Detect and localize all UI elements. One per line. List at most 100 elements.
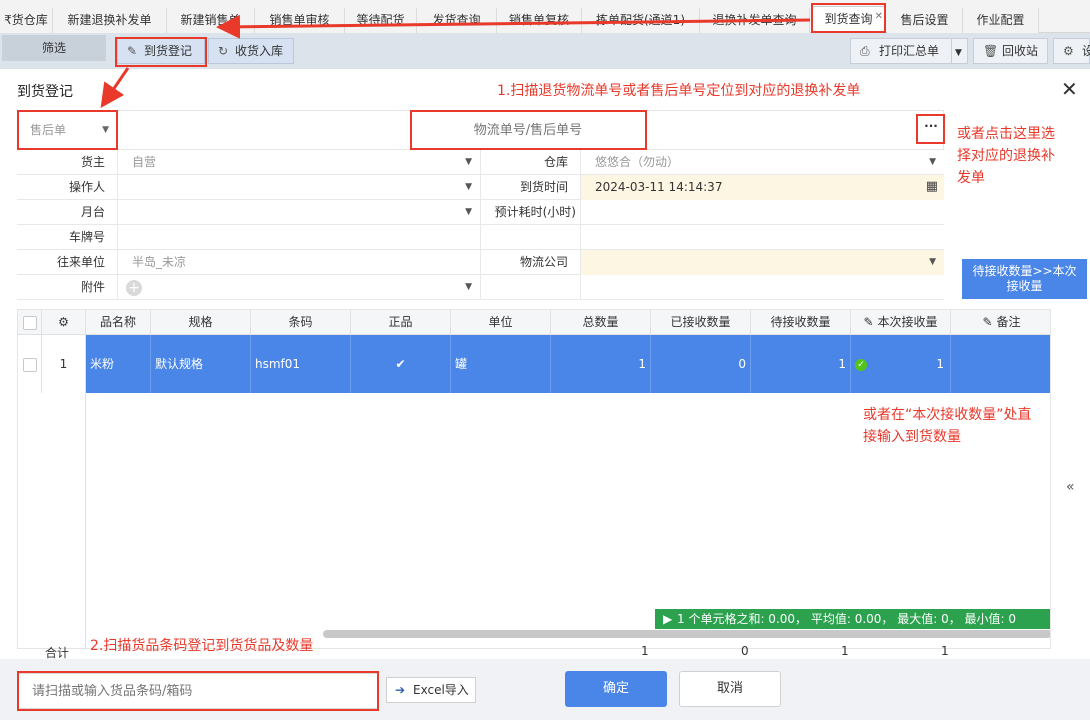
form-row: 车牌号 (17, 225, 944, 250)
printer-icon: ⎙ (860, 44, 870, 58)
column-settings[interactable]: ⚙ (42, 310, 86, 335)
gear-icon: ⚙ (58, 315, 69, 329)
more-options-button[interactable]: ··· (918, 116, 944, 142)
confirm-button[interactable]: 确定 (565, 671, 667, 707)
close-icon[interactable]: ✕ (1061, 77, 1078, 101)
cell-stats-bar: ▶ 1 个单元格之和: 0.00， 平均值: 0.00， 最大值: 0， 最小值… (655, 609, 1050, 629)
operator-label: 操作人 (17, 175, 118, 200)
partner-field[interactable]: 半岛_未凉 (118, 250, 481, 275)
cell-received: 0 (651, 335, 751, 393)
warehouse-select[interactable]: 悠悠合（勿动） ▼ (581, 150, 944, 175)
cell-pending: 1 (751, 335, 851, 393)
platform-select[interactable]: ▼ (118, 200, 481, 225)
dialog-title: 到货登记 (17, 84, 73, 100)
tab-sales-review[interactable]: 销售单审核 (255, 8, 345, 33)
tab-new-sales-order[interactable]: 新建销售单 (167, 8, 255, 33)
caret-down-icon: ▼ (102, 125, 109, 135)
col-barcode: 条码 (251, 310, 351, 335)
add-attachment-icon[interactable]: + (126, 279, 142, 296)
arrival-register-button[interactable]: ✎ 到货登记 (117, 38, 205, 64)
operator-select[interactable]: ▼ (118, 175, 481, 200)
col-pending: 待接收数量 (751, 310, 851, 335)
empty-label (481, 225, 581, 250)
logistics-label: 物流公司 (481, 250, 581, 275)
empty-cell (581, 275, 944, 300)
print-summary-button[interactable]: ⎙ 打印汇总单 (850, 38, 952, 64)
edit-icon: ✎ (127, 44, 138, 58)
tab-new-exchange-order[interactable]: 新建退换补发单 (53, 8, 167, 33)
horizontal-scrollbar[interactable] (323, 630, 1050, 638)
logistics-select[interactable]: ▼ (581, 250, 944, 275)
caret-down-icon: ▼ (929, 257, 936, 267)
trash-icon: 🗑 (983, 44, 999, 58)
cell-unit: 罐 (451, 335, 551, 393)
cell-this-time[interactable]: ✓ 1 (851, 335, 951, 393)
play-icon: ▶ (663, 612, 673, 626)
sum-pending: 1 (841, 644, 849, 658)
excel-import-button[interactable]: ➔ Excel导入 (386, 677, 476, 703)
checkbox[interactable] (22, 315, 37, 330)
arrival-time-field[interactable]: 2024-03-11 14:14:37 ▦ (581, 175, 944, 200)
table-row[interactable]: 1 米粉 默认规格 hsmf01 ✔ 罐 1 0 1 ✓ 1 (18, 335, 1050, 393)
platform-label: 月台 (17, 200, 118, 225)
cancel-button[interactable]: 取消 (679, 671, 781, 707)
tab-aftersale-settings[interactable]: 售后设置 (887, 8, 963, 33)
checkbox[interactable] (22, 357, 37, 372)
col-genuine: 正品 (351, 310, 451, 335)
owner-select[interactable]: 自营 ▼ (118, 150, 481, 175)
caret-down-icon: ▼ (465, 207, 472, 217)
annotation-alt-select: 或者点击这里选 择对应的退换补 发单 (957, 126, 1055, 186)
tracking-number-input[interactable] (410, 110, 646, 150)
annotation-alt-input: 或者在“本次接收数量”处直 接输入到货数量 (863, 407, 1032, 445)
print-dropdown-button[interactable]: ▼ (951, 38, 968, 64)
sum-this-time: 1 (941, 644, 949, 658)
col-spec: 规格 (151, 310, 251, 335)
double-chevron-left-icon[interactable]: « (1066, 479, 1075, 495)
cell-total: 1 (551, 335, 651, 393)
caret-down-icon: ▼ (465, 157, 472, 167)
plate-label: 车牌号 (17, 225, 118, 250)
row-checkbox[interactable] (18, 335, 42, 393)
col-received: 已接收数量 (651, 310, 751, 335)
empty-cell (581, 225, 944, 250)
tab-shipping-query[interactable]: 发货查询 (417, 8, 497, 33)
attachment-field[interactable]: + ▼ (118, 275, 481, 300)
filter-button[interactable]: 筛选 (2, 35, 106, 61)
settings-button[interactable]: ⚙ 设 (1053, 38, 1090, 64)
col-product-name: 品名称 (86, 310, 151, 335)
owner-label: 货主 (17, 150, 118, 175)
attachment-label: 附件 (17, 275, 118, 300)
tab-arrival-query[interactable]: 到货查询 ✕ (812, 6, 885, 33)
tab-exchange-query[interactable]: 退换补发单查询 (700, 8, 810, 33)
empty-label (481, 275, 581, 300)
close-icon[interactable]: ✕ (875, 7, 883, 29)
tab-waiting-picking[interactable]: 等待配货 (345, 8, 417, 33)
plate-input[interactable] (118, 225, 481, 250)
arrival-time-label: 到货时间 (481, 175, 581, 200)
pending-to-receive-button[interactable]: 待接收数量>>本次 接收量 (962, 259, 1087, 299)
tab-warehouse[interactable]: ₹货仓库 (0, 8, 53, 33)
refresh-icon: ↻ (218, 44, 229, 58)
select-all-checkbox[interactable] (18, 310, 42, 335)
est-time-input[interactable] (581, 200, 944, 225)
col-this-time: ✎ 本次接收量 (851, 310, 951, 335)
calendar-icon[interactable]: ▦ (926, 175, 938, 199)
order-type-select[interactable]: 售后单 ▼ (17, 110, 118, 150)
tab-bar: ₹货仓库 新建退换补发单 新建销售单 销售单审核 等待配货 发货查询 销售单复核… (0, 0, 1090, 33)
cell-spec: 默认规格 (151, 335, 251, 393)
cell-remark[interactable] (951, 335, 1050, 393)
col-total: 总数量 (551, 310, 651, 335)
barcode-input[interactable] (17, 673, 379, 709)
sum-received: 0 (741, 644, 749, 658)
arrival-register-dialog: 到货登记 ✕ 售后单 ▼ ··· 货主 自营▼ 仓库 悠悠合（勿动）▼ 操作人 … (0, 69, 1090, 720)
sum-total: 1 (641, 644, 649, 658)
tab-job-config[interactable]: 作业配置 (963, 8, 1039, 33)
tab-pick-channel1[interactable]: 拣单配货(通道1) (582, 8, 700, 33)
warehouse-label: 仓库 (481, 150, 581, 175)
recycle-bin-button[interactable]: 🗑 回收站 (973, 38, 1048, 64)
col-unit: 单位 (451, 310, 551, 335)
cell-genuine: ✔ (351, 335, 451, 393)
receive-stock-button[interactable]: ↻ 收货入库 (208, 38, 294, 64)
form-row: 往来单位 半岛_未凉 物流公司 ▼ (17, 250, 944, 275)
tab-sales-recheck[interactable]: 销售单复核 (497, 8, 582, 33)
